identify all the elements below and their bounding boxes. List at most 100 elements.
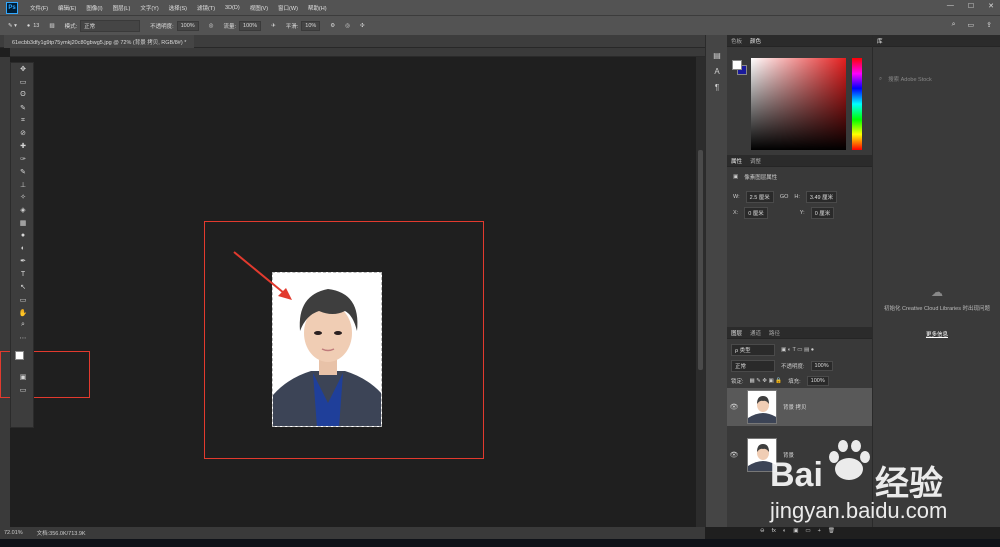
- brush-size-picker[interactable]: ● 13: [27, 23, 39, 29]
- eye-icon[interactable]: 👁: [727, 451, 741, 459]
- tab-color[interactable]: 颜色: [750, 37, 761, 45]
- layer-filter-select[interactable]: ρ 类型: [731, 344, 775, 356]
- layer-opacity-input[interactable]: 100%: [810, 361, 833, 371]
- marquee-tool-icon[interactable]: ▭: [11, 76, 35, 89]
- document-tab[interactable]: 61ecbb3dfy1g9tp75ymkj20c80gbwg5.jpg @ 72…: [4, 35, 195, 48]
- paragraph-panel-icon[interactable]: ¶: [706, 79, 728, 95]
- properties-type-label: 像素图层属性: [744, 175, 778, 181]
- mode-select[interactable]: 正常: [80, 19, 141, 32]
- pressure-opacity-icon[interactable]: ◎: [209, 23, 214, 29]
- width-input[interactable]: 2.5 厘米: [745, 191, 774, 203]
- tab-properties[interactable]: 属性: [731, 157, 742, 165]
- brush-tool-icon[interactable]: ✑: [11, 153, 35, 166]
- menu-window[interactable]: 窗口(W): [278, 4, 298, 12]
- maximize-button[interactable]: ☐: [968, 2, 974, 10]
- tab-adjustments[interactable]: 调整: [750, 157, 761, 165]
- brush-tool-icon[interactable]: ✎ ▾: [8, 23, 17, 29]
- menu-type[interactable]: 文字(Y): [140, 4, 158, 12]
- menu-layer[interactable]: 图层(L): [113, 4, 131, 12]
- opacity-input[interactable]: 100%: [176, 20, 199, 31]
- history-panel-icon[interactable]: ▤: [706, 47, 728, 63]
- link-layers-icon[interactable]: ⊖: [760, 528, 765, 534]
- crop-tool-icon[interactable]: ⌗: [11, 114, 35, 127]
- gradient-tool-icon[interactable]: ▦: [11, 217, 35, 230]
- libraries-header: 库: [873, 35, 1000, 47]
- mode-control: 模式: 正常: [65, 19, 141, 32]
- tab-swatches[interactable]: 色板: [731, 37, 742, 45]
- move-tool-icon[interactable]: ✥: [11, 63, 35, 76]
- watermark-brand-left: Bai: [770, 456, 823, 494]
- status-bar: 72.01% 文档:356.0K/713.9K: [0, 527, 705, 539]
- search-icon[interactable]: ⌕: [952, 21, 956, 29]
- minimize-button[interactable]: —: [947, 2, 954, 10]
- pixel-layer-icon: ▣: [733, 174, 739, 180]
- history-brush-tool-icon[interactable]: ⊥: [11, 178, 35, 191]
- filter-icons[interactable]: ▣ ◐ T ▭ ▤ ●: [781, 347, 814, 353]
- link-dimensions-icon[interactable]: GO: [780, 194, 789, 200]
- layer-row-background-copy[interactable]: 👁 背景 拷贝: [727, 388, 872, 426]
- pressure-size-icon[interactable]: ◎: [345, 23, 350, 29]
- screen-mode-icon[interactable]: ▭: [11, 383, 35, 396]
- menu-edit[interactable]: 编辑(E): [58, 4, 76, 12]
- quick-mask-icon[interactable]: ▣: [11, 371, 35, 384]
- zoom-tool-icon[interactable]: ⌕: [11, 319, 35, 332]
- menu-help[interactable]: 帮助(H): [308, 4, 327, 12]
- shape-tool-icon[interactable]: ▭: [11, 293, 35, 306]
- tab-libraries[interactable]: 库: [877, 37, 883, 45]
- x-input[interactable]: 0 厘米: [744, 207, 768, 219]
- clone-stamp-tool-icon[interactable]: ✎: [11, 165, 35, 178]
- workspace-icon[interactable]: ▭: [968, 21, 975, 29]
- menu-3d[interactable]: 3D(D): [225, 5, 240, 11]
- x-label: X:: [733, 210, 739, 216]
- foreground-color-swatch[interactable]: [15, 350, 24, 360]
- tab-channels[interactable]: 通道: [750, 329, 761, 337]
- path-select-tool-icon[interactable]: ↖: [11, 281, 35, 294]
- color-picker-field[interactable]: [751, 58, 846, 150]
- character-panel-icon[interactable]: A: [706, 63, 728, 79]
- flow-input[interactable]: 100%: [239, 20, 262, 31]
- color-swatches[interactable]: [11, 345, 33, 371]
- eraser-tool-icon[interactable]: ✧: [11, 191, 35, 204]
- menu-select[interactable]: 选择(S): [169, 4, 187, 12]
- panel-foreground-swatch[interactable]: [732, 60, 742, 70]
- menu-file[interactable]: 文件(F): [30, 4, 48, 12]
- symmetry-icon[interactable]: ✣: [360, 23, 365, 29]
- more-tools-icon[interactable]: ⋯: [11, 332, 35, 345]
- menu-filter[interactable]: 滤镜(T): [197, 4, 215, 12]
- panel-dock: ▤ A ¶: [705, 35, 727, 527]
- vertical-scroll-thumb[interactable]: [698, 150, 703, 370]
- menu-view[interactable]: 视图(V): [250, 4, 268, 12]
- lock-icons[interactable]: ▦ ✎ ✥ ▣ 🔒: [750, 378, 783, 384]
- eye-icon[interactable]: 👁: [727, 403, 741, 411]
- brush-settings-icon[interactable]: ▨: [49, 23, 54, 29]
- tab-layers[interactable]: 图层: [731, 329, 742, 337]
- layer-name[interactable]: 背景 拷贝: [783, 403, 807, 411]
- tab-paths[interactable]: 路径: [769, 329, 780, 337]
- more-info-link[interactable]: 更多信息: [873, 330, 1000, 338]
- blur-tool-icon[interactable]: ●: [11, 229, 35, 242]
- dodge-tool-icon[interactable]: ◐: [11, 242, 35, 255]
- airbrush-icon[interactable]: ✈: [271, 23, 276, 29]
- zoom-level[interactable]: 72.01%: [4, 530, 23, 536]
- baidu-watermark: Bai 经验 jingyan.baidu.com: [770, 440, 1000, 540]
- hand-tool-icon[interactable]: ✋: [11, 306, 35, 319]
- share-icon[interactable]: ⇪: [986, 21, 992, 29]
- height-input[interactable]: 3.49 厘米: [805, 191, 838, 203]
- photoshop-logo: Ps: [6, 1, 18, 14]
- blend-mode-select[interactable]: 正常: [731, 360, 775, 372]
- eyedropper-tool-icon[interactable]: ⊘: [11, 127, 35, 140]
- smooth-input[interactable]: 10%: [301, 20, 321, 31]
- menu-image[interactable]: 图像(I): [86, 4, 102, 12]
- healing-tool-icon[interactable]: ✚: [11, 140, 35, 153]
- fill-input[interactable]: 100%: [806, 376, 829, 386]
- paint-bucket-tool-icon[interactable]: ◈: [11, 204, 35, 217]
- stock-search[interactable]: ⌕ 搜索 Adobe Stock: [879, 75, 1000, 84]
- pen-tool-icon[interactable]: ✒: [11, 255, 35, 268]
- type-tool-icon[interactable]: T: [11, 268, 35, 281]
- y-input[interactable]: 0 厘米: [810, 207, 835, 219]
- gear-icon[interactable]: ⚙: [330, 23, 335, 29]
- hue-slider[interactable]: [852, 58, 862, 150]
- close-button[interactable]: ✕: [988, 2, 994, 10]
- quick-select-tool-icon[interactable]: ✎: [11, 101, 35, 114]
- lasso-tool-icon[interactable]: ʘ: [11, 89, 35, 102]
